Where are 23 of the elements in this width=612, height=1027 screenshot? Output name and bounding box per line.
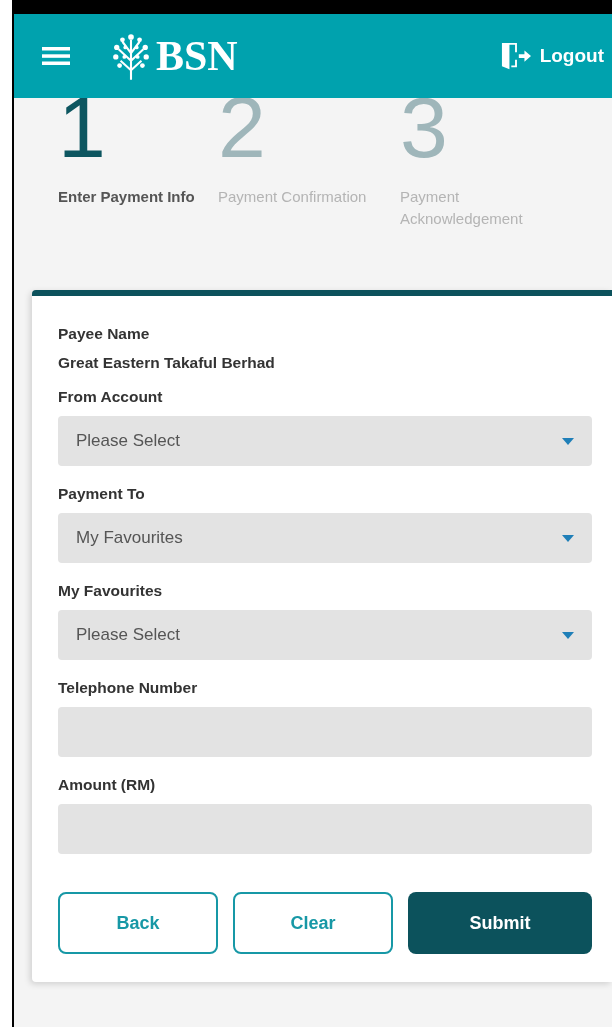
field-label: Payment To — [58, 484, 146, 504]
caret-icon — [562, 437, 574, 445]
input-field[interactable] — [58, 804, 592, 854]
logout-button[interactable]: Logout — [499, 41, 612, 71]
brand-logo-text: BSN — [156, 35, 238, 77]
logout-door-icon — [499, 41, 532, 71]
button[interactable]: Submit — [408, 892, 592, 954]
button[interactable]: Back — [58, 892, 218, 954]
payee-name-text: Great Eastern Takaful Berhad — [58, 353, 276, 373]
field-label: From Account — [58, 387, 164, 407]
dropdown-field[interactable]: My Favourites — [58, 513, 592, 563]
input-field[interactable] — [58, 707, 592, 757]
button[interactable]: Clear — [233, 892, 393, 954]
dropdown-field[interactable]: Please Select — [58, 416, 592, 466]
caret-icon — [562, 631, 574, 639]
tree-logo-icon — [112, 32, 150, 80]
field-label: Payee Name — [58, 324, 151, 344]
caret-icon — [562, 534, 574, 542]
field-label: Telephone Number — [58, 678, 199, 698]
field-label: My Favourites — [58, 581, 164, 601]
dropdown-field[interactable]: Please Select — [58, 610, 592, 660]
field-label: Amount (RM) — [58, 775, 157, 795]
menu-icon[interactable] — [42, 46, 70, 66]
